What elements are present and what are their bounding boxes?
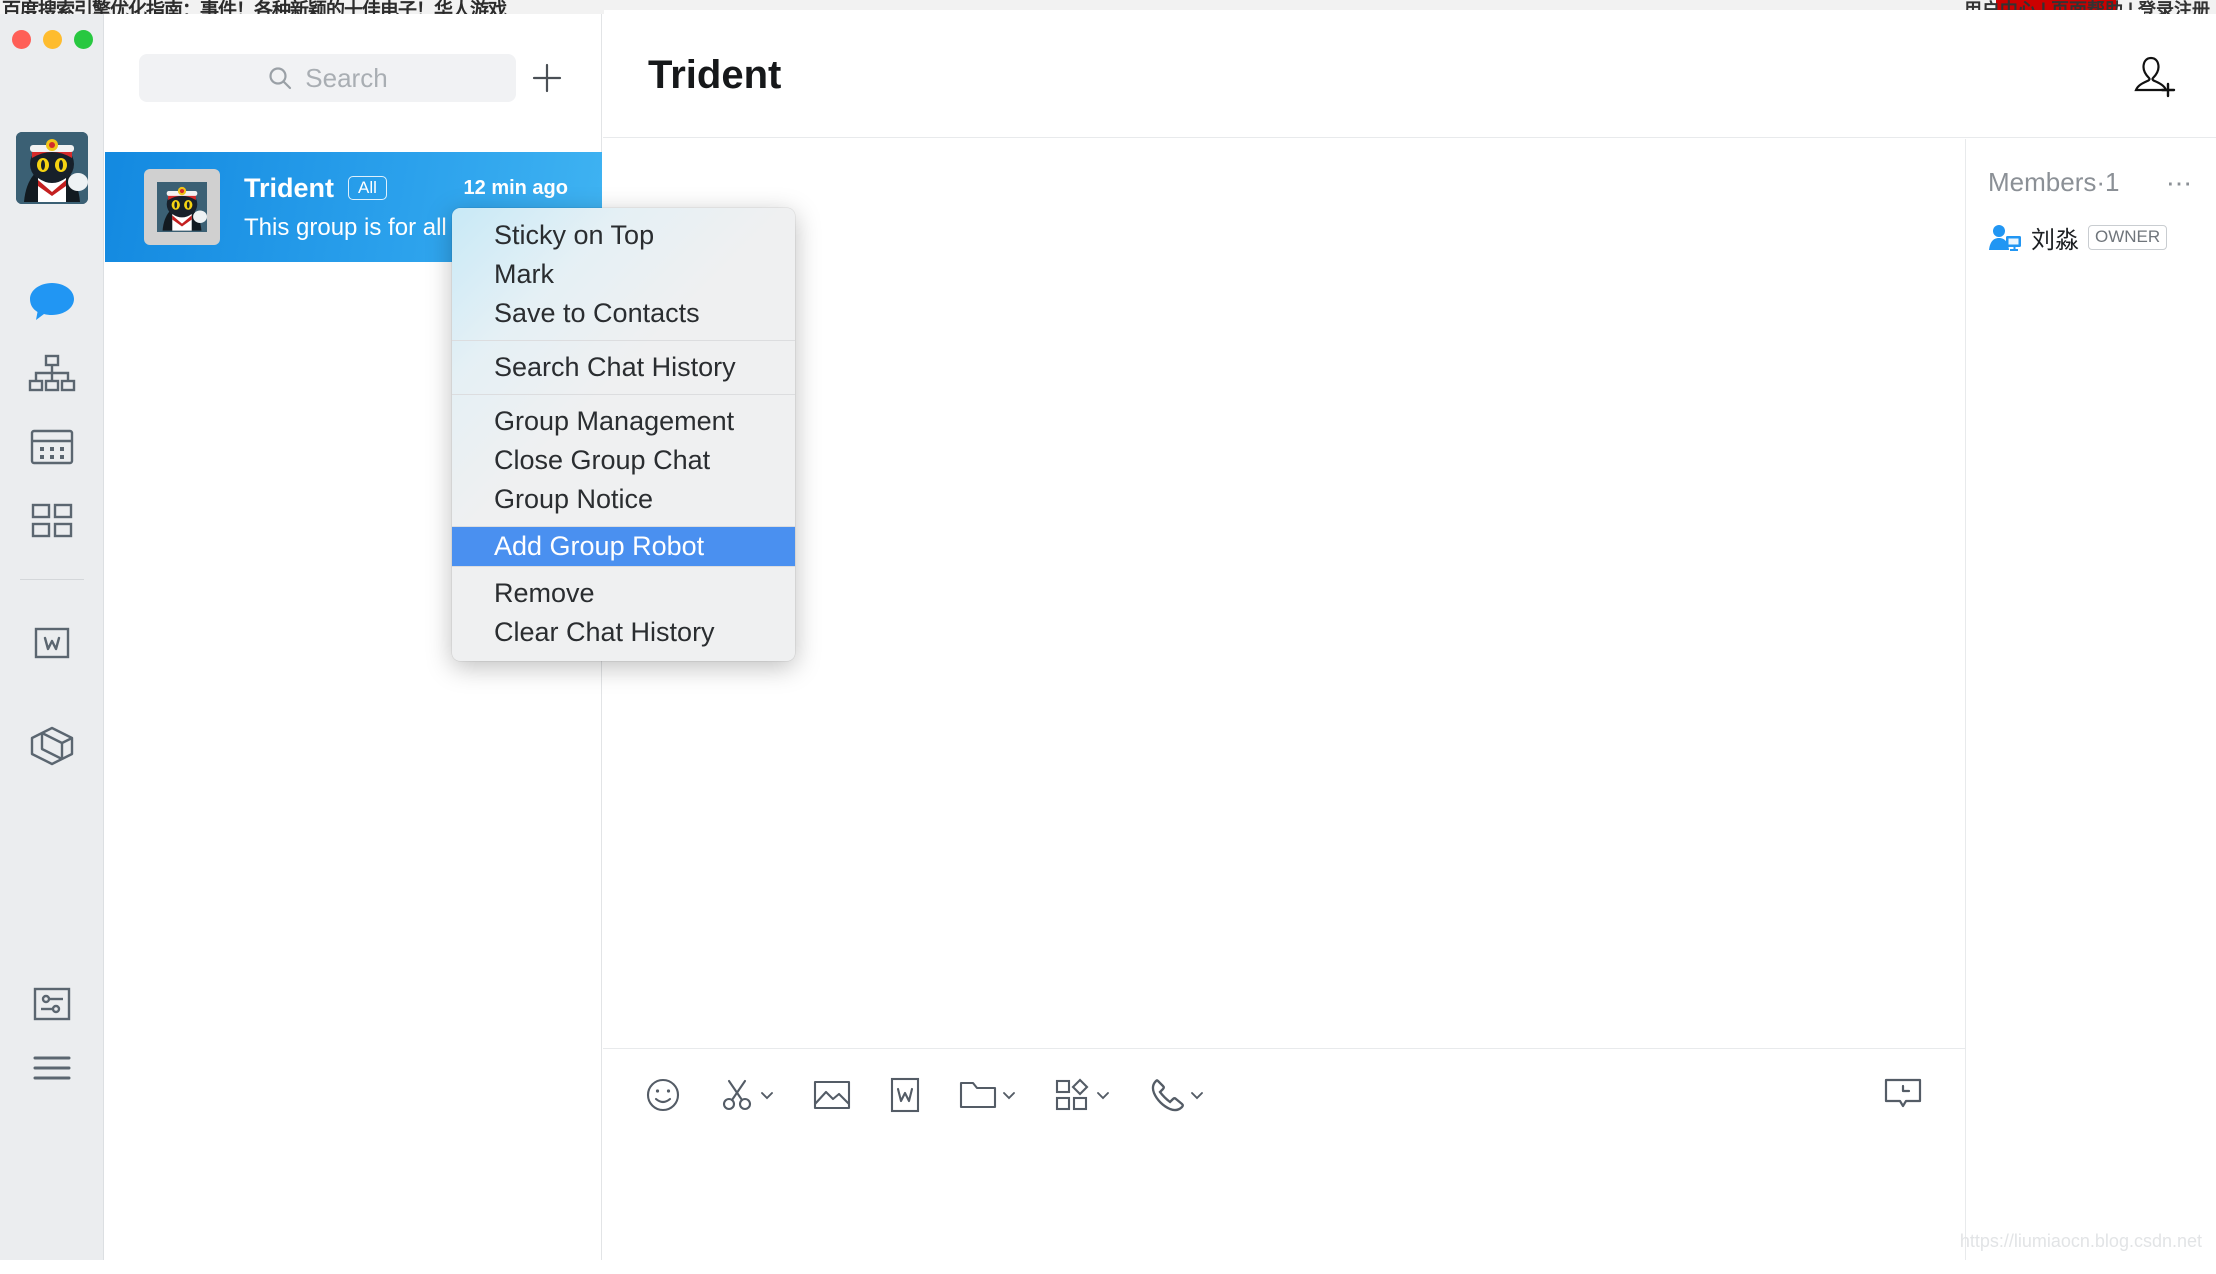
avatar[interactable]	[16, 132, 88, 204]
screenshot-button[interactable]	[719, 1077, 775, 1113]
search-placeholder: Search	[305, 62, 388, 93]
list-item[interactable]: 刘淼 OWNER	[1966, 198, 2216, 255]
context-menu[interactable]: Sticky on Top Mark Save to Contacts Sear…	[452, 208, 795, 661]
grid-apps-icon	[31, 502, 73, 540]
image-button[interactable]	[813, 1078, 851, 1112]
menu-item-search-chat-history[interactable]: Search Chat History	[452, 348, 795, 387]
members-panel: Members·1 ⋯ 刘淼 OWNER https://liumiaocn.b…	[1960, 139, 2216, 1260]
sliders-icon	[32, 986, 72, 1022]
scissors-icon	[719, 1077, 755, 1113]
org-chart-icon	[28, 354, 76, 394]
chevron-down-icon	[1189, 1087, 1205, 1103]
add-member-button[interactable]	[2126, 52, 2176, 100]
plus-icon	[530, 61, 564, 95]
context-menu-group: Search Chat History	[452, 340, 795, 394]
sidebar-item-messages[interactable]	[0, 272, 104, 332]
chat-avatar	[144, 169, 220, 245]
menu-item-clear-chat-history[interactable]: Clear Chat History	[452, 613, 795, 652]
context-menu-group: Sticky on Top Mark Save to Contacts	[452, 216, 795, 340]
calendar-icon	[30, 428, 74, 466]
message-area	[603, 139, 1965, 1048]
picture-icon	[813, 1078, 851, 1112]
watermark: https://liumiaocn.blog.csdn.net	[1959, 1231, 2202, 1251]
chat-name: Trident	[244, 172, 335, 203]
context-menu-group: Add Group Robot	[452, 526, 795, 566]
file-button[interactable]	[959, 1079, 1017, 1111]
menu-item-close-group-chat[interactable]: Close Group Chat	[452, 441, 795, 480]
add-person-icon	[2126, 52, 2176, 100]
smiley-icon	[645, 1077, 681, 1113]
w-document-icon	[889, 1077, 921, 1113]
chat-bubble-icon	[29, 282, 75, 322]
minimize-window-button[interactable]	[43, 30, 62, 49]
sidebar-item-drive[interactable]	[0, 716, 104, 776]
call-button[interactable]	[1149, 1077, 1205, 1113]
menu-item-group-notice[interactable]: Group Notice	[452, 480, 795, 519]
sidebar-item-workbench[interactable]	[0, 491, 104, 551]
chevron-down-icon	[1095, 1087, 1111, 1103]
chat-pane: Trident Members·1 ⋯ 刘淼 OWNER https://liu…	[603, 14, 2216, 1260]
cube-box-icon	[29, 725, 75, 767]
sidebar-item-documents[interactable]	[0, 614, 104, 674]
rail-divider	[20, 579, 84, 580]
menu-item-remove[interactable]: Remove	[452, 574, 795, 613]
phone-icon	[1149, 1077, 1185, 1113]
hamburger-menu-icon	[32, 1054, 72, 1082]
status-badge: OWNER	[2088, 225, 2168, 250]
members-header: Members·1 ⋯	[1966, 139, 2216, 198]
sidebar-item-contacts[interactable]	[0, 344, 104, 404]
emoji-button[interactable]	[645, 1077, 681, 1113]
context-menu-group: Remove Clear Chat History	[452, 566, 795, 652]
window-traffic-lights	[12, 30, 93, 49]
search-input[interactable]: Search	[139, 54, 516, 102]
members-count-label: Members·1	[1988, 167, 2120, 197]
history-bubble-icon	[1883, 1077, 1923, 1113]
chat-history-button[interactable]	[1883, 1077, 1923, 1113]
document-button[interactable]	[889, 1077, 921, 1113]
w-document-icon	[31, 625, 73, 663]
chat-header: Trident	[603, 14, 2216, 138]
chat-timestamp: 12 min ago	[463, 176, 568, 199]
list-item-top-row: Trident All 12 min ago	[244, 173, 602, 204]
context-menu-group: Group Management Close Group Chat Group …	[452, 394, 795, 526]
sidebar-item-calendar[interactable]	[0, 417, 104, 477]
member-avatar-icon	[1988, 223, 2022, 253]
menu-item-mark[interactable]: Mark	[452, 255, 795, 294]
composer-toolbar	[603, 1049, 1965, 1141]
apps-button[interactable]	[1055, 1078, 1111, 1112]
member-name: 刘淼	[2031, 227, 2079, 254]
message-input[interactable]	[603, 1141, 1965, 1260]
left-rail	[0, 14, 104, 1260]
grid-apps-icon	[1055, 1078, 1091, 1112]
menu-item-sticky-on-top[interactable]: Sticky on Top	[452, 216, 795, 255]
menu-item-add-group-robot[interactable]: Add Group Robot	[452, 527, 795, 566]
chat-scope-badge: All	[348, 175, 387, 201]
sidebar-item-settings[interactable]	[0, 974, 104, 1034]
new-chat-button[interactable]	[516, 54, 578, 102]
chevron-down-icon	[759, 1087, 775, 1103]
chevron-down-icon	[1001, 1087, 1017, 1103]
search-row: Search	[105, 52, 602, 104]
members-more-button[interactable]: ⋯	[2166, 170, 2194, 196]
menu-item-group-management[interactable]: Group Management	[452, 402, 795, 441]
page-title: Trident	[648, 53, 782, 97]
menu-item-save-to-contacts[interactable]: Save to Contacts	[452, 294, 795, 333]
messenger-window: Search Trident All 12 min ago This group…	[0, 14, 2216, 1260]
close-window-button[interactable]	[12, 30, 31, 49]
search-icon	[267, 65, 293, 91]
message-composer	[603, 1048, 1965, 1260]
zoom-window-button[interactable]	[74, 30, 93, 49]
folder-icon	[959, 1079, 997, 1111]
sidebar-item-more[interactable]	[0, 1038, 104, 1098]
